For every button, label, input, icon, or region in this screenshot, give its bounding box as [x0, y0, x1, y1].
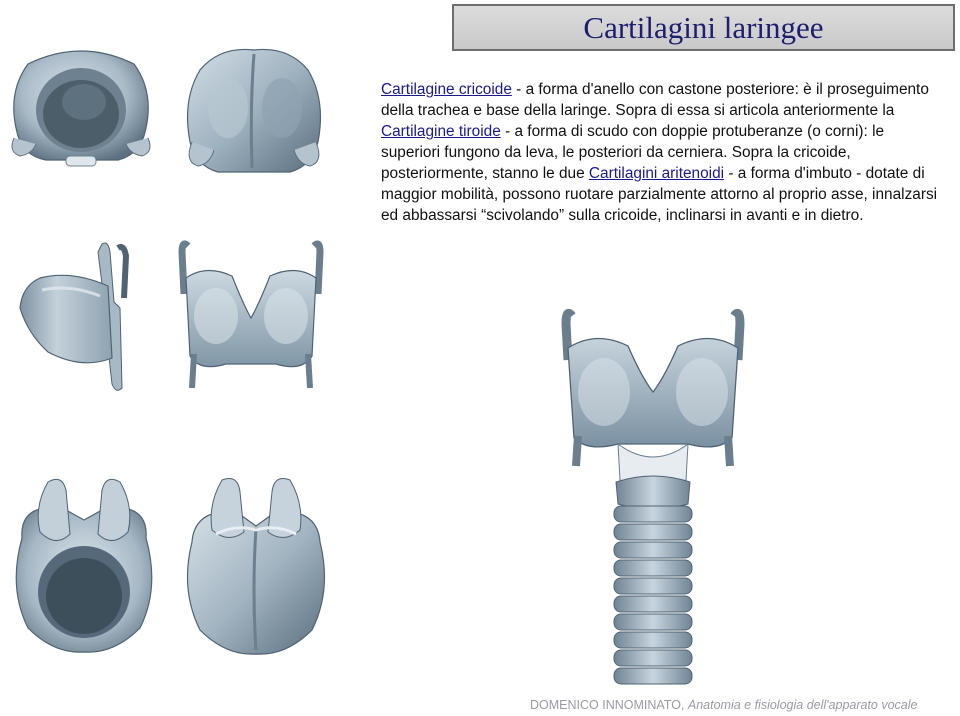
slide-title-box: Cartilagini laringee [452, 4, 955, 51]
thyroid-lateral-view-illustration [19, 242, 130, 391]
cricoid-arytenoid-posterior-view-illustration [186, 478, 326, 655]
link-cartilagine-cricoide[interactable]: Cartilagine cricoide [381, 81, 512, 98]
body-paragraph: Cartilagine cricoide - a forma d'anello … [381, 79, 941, 226]
footer-course: Anatomia e fisiologia dell'apparato voca… [687, 698, 918, 712]
cricoid-posterior-view-illustration [186, 48, 322, 173]
link-cartilagini-aritenoidi[interactable]: Cartilagini aritenoidi [589, 165, 724, 182]
link-cartilagine-tiroide[interactable]: Cartilagine tiroide [381, 123, 501, 140]
slide-footer: DOMENICO INNOMINATO, Anatomia e fisiolog… [530, 698, 955, 712]
slide-title: Cartilagini laringee [583, 9, 824, 45]
thyroid-anterior-view-illustration [178, 240, 324, 389]
cricoid-arytenoid-superior-view-illustration [15, 478, 153, 653]
larynx-trachea-anterior-illustration [561, 308, 745, 685]
cricoid-top-view-illustration [11, 50, 151, 167]
footer-author: DOMENICO INNOMINATO, [530, 698, 688, 712]
